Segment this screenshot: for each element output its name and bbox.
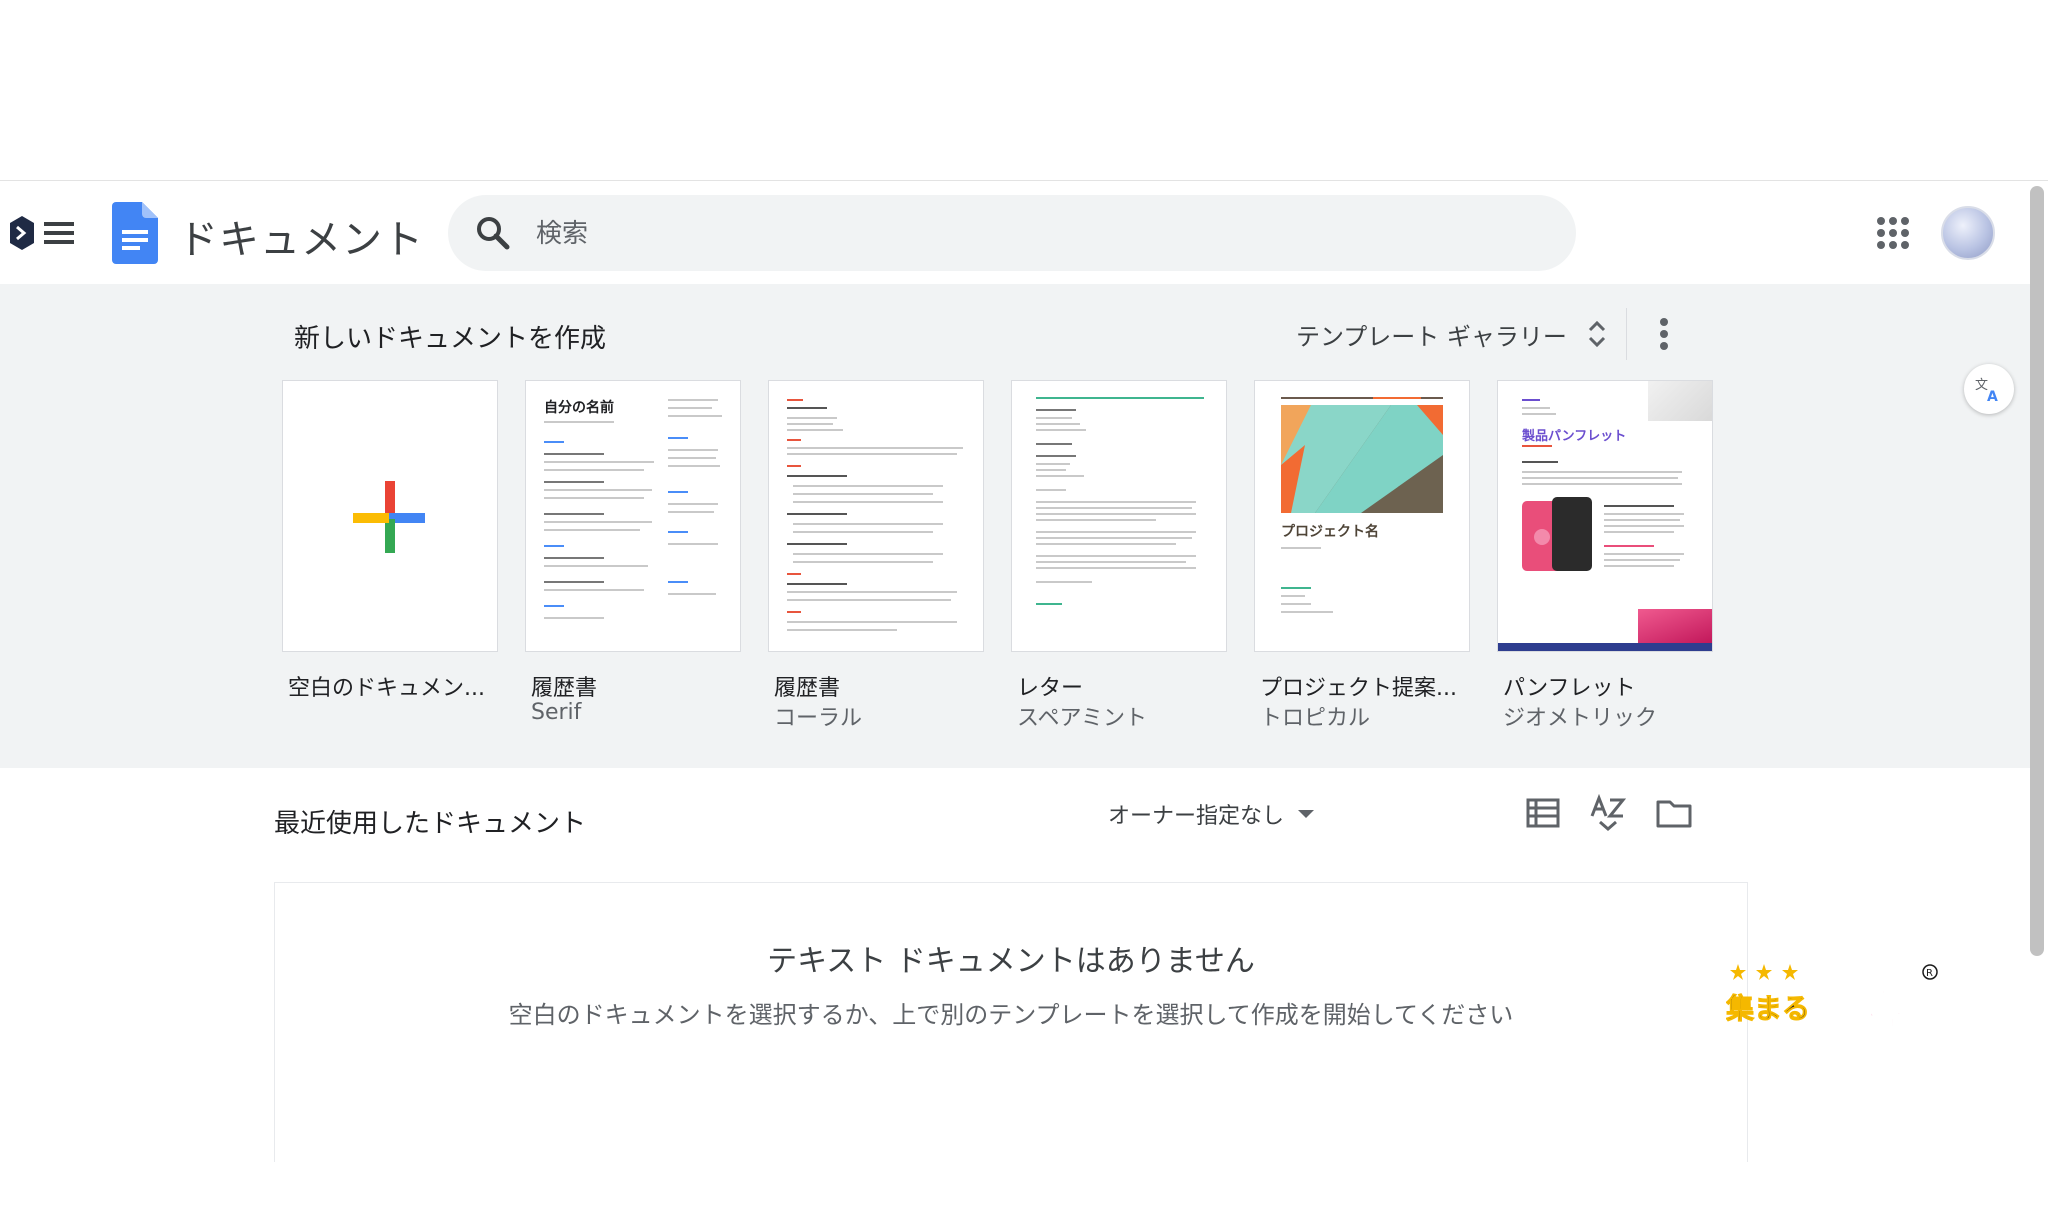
template-card-letter[interactable] — [1011, 380, 1227, 652]
template-subtitle-letter: スペアミント — [1017, 706, 1148, 731]
search-input[interactable] — [536, 214, 1436, 254]
template-name-resume-serif[interactable]: 履歴書 — [531, 670, 597, 702]
thumb-title: プロジェクト名 — [1281, 524, 1379, 540]
template-section-heading: 新しいドキュメントを作成 — [294, 324, 607, 354]
template-card-blank[interactable] — [282, 380, 498, 652]
scrollbar[interactable] — [2030, 186, 2044, 956]
template-subtitle-resume-serif: Serif — [531, 700, 582, 725]
thumb-geometric-art — [1281, 405, 1443, 513]
template-name-brochure[interactable]: パンフレット — [1503, 670, 1635, 702]
unfold-icon — [1588, 320, 1605, 348]
owner-filter-dropdown[interactable]: オーナー指定なし — [1108, 798, 1315, 830]
owner-filter-label: オーナー指定なし — [1108, 804, 1285, 829]
extension-menu-icon[interactable] — [8, 210, 78, 256]
template-card-resume-serif[interactable]: 自分の名前 — [525, 380, 741, 652]
search-icon[interactable] — [474, 214, 512, 252]
empty-state-title: テキスト ドキュメントはありません — [767, 944, 1255, 979]
thumb-title: 製品パンフレット — [1522, 429, 1627, 444]
docs-logo-icon[interactable] — [112, 202, 158, 264]
thumb-title: 自分の名前 — [544, 400, 614, 416]
sort-az-icon[interactable] — [1590, 794, 1626, 832]
template-name-letter[interactable]: レター — [1017, 670, 1083, 702]
svg-text:集まる: 集まる — [1726, 992, 1810, 1025]
gallery-divider — [1626, 308, 1627, 360]
more-vert-icon[interactable] — [1652, 314, 1676, 354]
thumb-phone-image — [1522, 497, 1592, 571]
template-subtitle-project-proposal: トロピカル — [1260, 706, 1371, 731]
svg-text:A: A — [1987, 389, 1998, 403]
watermark-logo: 集まる 集客 R — [1726, 964, 1938, 1032]
app-title[interactable]: ドキュメント — [178, 207, 424, 265]
list-view-icon[interactable] — [1526, 797, 1560, 829]
template-name-resume-coral[interactable]: 履歴書 — [774, 670, 840, 702]
template-card-project-proposal[interactable]: プロジェクト名 — [1254, 380, 1470, 652]
apps-grid-icon[interactable] — [1876, 216, 1910, 250]
template-gallery-label: テンプレート ギャラリー — [1296, 322, 1567, 351]
template-card-brochure[interactable]: 製品パンフレット — [1497, 380, 1713, 652]
google-plus-icon — [353, 481, 425, 553]
folder-icon[interactable] — [1656, 797, 1692, 829]
recent-documents-heading: 最近使用したドキュメント — [274, 809, 587, 839]
template-subtitle-brochure: ジオメトリック — [1503, 706, 1658, 731]
svg-text:集客: 集客 — [1815, 984, 1904, 1032]
template-card-resume-coral[interactable] — [768, 380, 984, 652]
template-name-project-proposal[interactable]: プロジェクト提案... — [1260, 670, 1457, 702]
empty-state-subtitle: 空白のドキュメントを選択するか、上で別のテンプレートを選択して作成を開始してくだ… — [508, 1001, 1514, 1029]
translate-button[interactable]: 文 A — [1964, 364, 2014, 414]
template-name-blank[interactable]: 空白のドキュメン... — [288, 670, 485, 702]
dropdown-caret-icon — [1298, 810, 1315, 818]
svg-text:R: R — [1926, 968, 1933, 979]
template-subtitle-resume-coral: コーラル — [774, 706, 863, 731]
account-avatar[interactable] — [1941, 206, 1995, 260]
template-gallery-button[interactable]: テンプレート ギャラリー — [1296, 316, 1607, 352]
translate-icon: 文 A — [1975, 378, 1998, 403]
